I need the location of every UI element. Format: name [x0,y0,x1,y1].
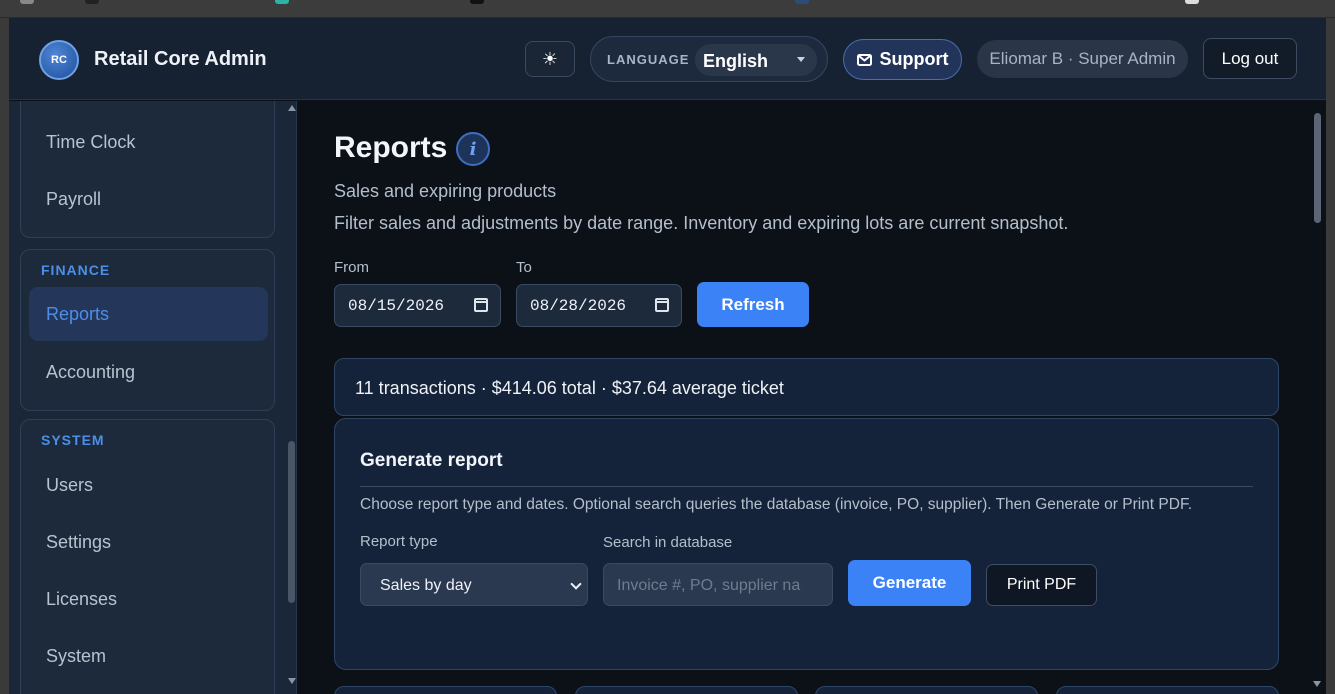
browser-tab-strip [0,0,1335,18]
page-title: Reports [334,131,448,164]
generate-report-title: Generate report [360,450,503,471]
stat-card [1056,686,1279,694]
tab-icon [795,0,809,4]
from-label: From [334,259,369,276]
search-label: Search in database [603,534,733,551]
calendar-icon[interactable] [655,298,669,312]
sidebar-heading-finance: FINANCE [41,262,111,278]
to-date-input[interactable]: 08/28/2026 [516,284,682,327]
info-icon[interactable]: i [456,132,490,166]
refresh-button[interactable]: Refresh [697,282,809,327]
sidebar-item-payroll[interactable]: Payroll [46,189,101,210]
logout-button[interactable]: Log out [1203,38,1297,79]
support-label: Support [879,49,949,69]
generate-report-description: Choose report type and dates. Optional s… [360,496,1193,513]
tab-icon [1185,0,1199,4]
sidebar-item-time-clock[interactable]: Time Clock [46,132,135,153]
sidebar-item-settings[interactable]: Settings [46,532,111,553]
mail-icon [856,53,872,66]
stat-card [334,686,557,694]
sidebar-item-label: Reports [46,304,110,324]
language-select[interactable]: English [695,44,817,76]
tab-icon [275,0,289,4]
tab-icon [470,0,484,4]
sidebar-scrollbar[interactable] [287,101,296,694]
tab-icon [20,0,34,4]
main-content: Reports i Sales and expiring products Fi… [298,101,1326,694]
app-window: RC Retail Core Admin ☀ LANGUAGE English … [9,18,1326,694]
main-scrollbar-thumb[interactable] [1314,113,1321,223]
sun-icon: ☀ [541,48,559,69]
sidebar-group-system: SYSTEM Users Settings Licenses System [20,419,275,694]
generate-button[interactable]: Generate [848,560,971,606]
app-logo[interactable]: RC [39,40,79,80]
sidebar-item-licenses[interactable]: Licenses [46,589,117,610]
scroll-up-icon[interactable] [288,105,296,111]
generate-report-card: Generate report Choose report type and d… [334,418,1279,670]
sidebar-group-hr: Time Clock Payroll [20,101,275,238]
sidebar-item-accounting[interactable]: Accounting [46,362,135,383]
app-title[interactable]: Retail Core Admin [94,48,267,71]
print-pdf-button[interactable]: Print PDF [986,564,1097,606]
sidebar-heading-system: SYSTEM [41,432,105,448]
sidebar: Time Clock Payroll FINANCE Reports Accou… [9,101,297,694]
tab-icon [85,0,99,4]
divider [360,486,1253,487]
report-type-select[interactable]: Sales by day [360,563,588,606]
from-date-input[interactable]: 08/15/2026 [334,284,501,327]
language-value: English [703,51,769,71]
language-switcher: LANGUAGE English [590,36,828,82]
from-date-value: 08/15/2026 [348,297,445,315]
scroll-down-icon[interactable] [1313,681,1321,687]
language-label: LANGUAGE [607,52,690,67]
scroll-down-icon[interactable] [288,678,296,684]
report-type-value: Sales by day [380,577,472,594]
search-placeholder: Invoice #, PO, supplier na [617,577,801,594]
database-search-input[interactable]: Invoice #, PO, supplier na [603,563,833,606]
to-date-value: 08/28/2026 [530,297,627,315]
top-header: RC Retail Core Admin ☀ LANGUAGE English … [9,18,1326,100]
support-button[interactable]: Support [843,39,962,80]
to-label: To [516,259,532,276]
scrollbar-thumb[interactable] [288,441,295,603]
stat-card [815,686,1038,694]
page-description: Filter sales and adjustments by date ran… [334,213,1069,233]
sidebar-item-reports[interactable]: Reports [29,287,268,341]
chevron-down-icon [570,578,582,590]
report-type-label: Report type [360,533,438,550]
sidebar-item-system[interactable]: System [46,646,106,667]
logo-text: RC [51,54,67,66]
stat-card [575,686,798,694]
sales-summary-bar: 11 transactions · $414.06 total · $37.64… [334,358,1279,416]
sidebar-group-finance: FINANCE Reports Accounting [20,249,275,411]
user-badge[interactable]: Eliomar B · Super Admin [977,40,1188,78]
page-subtitle: Sales and expiring products [334,181,557,201]
calendar-icon[interactable] [474,298,488,312]
chevron-down-icon [797,57,805,62]
theme-toggle-button[interactable]: ☀ [525,41,575,77]
sidebar-item-users[interactable]: Users [46,475,93,496]
